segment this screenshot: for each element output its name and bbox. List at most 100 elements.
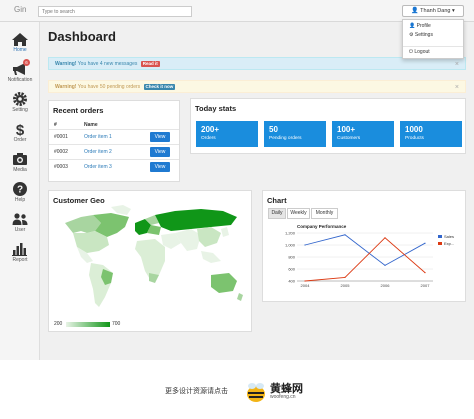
stat-tile-products[interactable]: 1000 Products	[400, 121, 462, 147]
gear-icon	[13, 92, 27, 106]
sidebar-item-report[interactable]: Report	[0, 236, 40, 266]
tab-daily[interactable]: Daily	[268, 208, 286, 219]
legend-label: Sales	[444, 234, 454, 239]
data-point	[344, 234, 346, 236]
power-icon: ⏻	[409, 49, 413, 55]
footer-text: 更多设计资源请点击	[165, 388, 228, 395]
table-row: #0003 Order item 3 View	[49, 159, 179, 174]
stat-value: 100+	[337, 125, 356, 134]
map-region-japan[interactable]	[221, 227, 229, 237]
series-line-sales	[304, 234, 426, 266]
close-icon[interactable]: ×	[455, 81, 459, 94]
stat-tile-customers[interactable]: 100+ Customers	[332, 121, 394, 147]
recent-orders-panel: Recent orders # Name #0001 Order item 1 …	[48, 100, 180, 182]
map-region-australia[interactable]	[211, 273, 237, 293]
sidebar-item-notification[interactable]: 6 Notification	[0, 56, 40, 86]
y-tick-label: 1,200	[285, 231, 296, 236]
stat-tile-orders[interactable]: 200+ Orders	[196, 121, 258, 147]
data-point	[304, 244, 306, 246]
order-id: #0002	[54, 149, 68, 155]
map-region-russia[interactable]	[155, 209, 237, 231]
sidebar-item-home[interactable]: Home	[0, 26, 40, 56]
stat-value: 50	[269, 125, 278, 134]
stat-label: Customers	[337, 136, 361, 141]
map-region-greenland[interactable]	[111, 205, 131, 215]
stat-label: Pending orders	[269, 136, 302, 141]
data-point	[344, 276, 346, 278]
footer-url[interactable]: woofeng.cn	[270, 394, 296, 400]
series-line-expenses	[304, 237, 426, 282]
chart-panel-title: Chart	[267, 196, 287, 205]
data-point	[424, 272, 426, 274]
legend-label: Exp...	[444, 241, 454, 246]
sidebar-item-setting[interactable]: Setting	[0, 86, 40, 116]
x-tick-label: 2004	[301, 283, 311, 288]
home-icon	[12, 33, 28, 46]
bar-chart-icon	[12, 243, 27, 256]
chart-panel: Chart Daily Weekly Monthly Company Perfo…	[262, 190, 466, 302]
sidebar-item-user[interactable]: User	[0, 206, 40, 236]
order-name-link[interactable]: Order item 2	[84, 149, 112, 155]
view-button[interactable]: View	[150, 132, 170, 142]
app-brand[interactable]: Gin	[14, 5, 26, 14]
read-it-label[interactable]: Read it	[140, 61, 160, 67]
alert-text: You have 4 new messages	[76, 61, 138, 67]
data-point	[384, 237, 386, 239]
user-icon: 👤	[411, 8, 419, 14]
alert-strong: Warning!	[55, 61, 77, 67]
today-stats-title: Today stats	[195, 104, 237, 113]
view-button[interactable]: View	[150, 147, 170, 157]
stat-tile-pending-orders[interactable]: 50 Pending orders	[264, 121, 326, 147]
table-row: #0001 Order item 1 View	[49, 129, 179, 144]
menu-item-logout[interactable]: ⏻ Logout	[409, 49, 430, 55]
question-icon: ?	[13, 182, 27, 196]
legend-swatch	[438, 242, 442, 245]
sidebar-item-help[interactable]: ? Help	[0, 176, 40, 206]
order-id: #0001	[54, 134, 68, 140]
svg-text:?: ?	[17, 185, 23, 196]
map-region-southeast-asia[interactable]	[201, 251, 221, 263]
legend-swatch	[438, 235, 442, 238]
page-title: Dashboard	[48, 29, 116, 44]
table-row: #0002 Order item 2 View	[49, 144, 179, 159]
data-point	[384, 264, 386, 266]
column-header-id: #	[54, 122, 57, 128]
tab-monthly[interactable]: Monthly	[311, 208, 338, 219]
stat-value: 1000	[405, 125, 423, 134]
menu-item-profile[interactable]: 👤 Profile	[409, 23, 431, 29]
chart-title: Company Performance	[297, 224, 347, 229]
world-map[interactable]	[51, 203, 249, 313]
y-tick-label: 400	[288, 279, 295, 284]
x-tick-label: 2007	[421, 283, 431, 288]
stat-label: Products	[405, 136, 424, 141]
map-region-china[interactable]	[197, 227, 221, 247]
data-point	[424, 242, 426, 244]
map-region-south-america[interactable]	[89, 263, 113, 307]
check-it-now-label[interactable]: Check it now	[143, 84, 176, 90]
y-tick-label: 800	[288, 255, 295, 260]
sidebar-item-media[interactable]: Media	[0, 146, 40, 176]
legend-min-label: 200	[54, 321, 63, 327]
stat-label: Orders	[201, 136, 216, 141]
y-tick-label: 600	[288, 267, 295, 272]
data-point	[304, 280, 306, 282]
gear-icon: ⚙	[409, 32, 414, 38]
view-button[interactable]: View	[150, 162, 170, 172]
map-region-new-zealand[interactable]	[237, 293, 243, 301]
sidebar: Home 6 Notification Setting $ Order Medi…	[0, 22, 40, 360]
close-icon[interactable]: ×	[455, 58, 459, 71]
tab-weekly[interactable]: Weekly	[287, 208, 310, 219]
order-name-link[interactable]: Order item 1	[84, 134, 112, 140]
order-name-link[interactable]: Order item 3	[84, 164, 112, 170]
recent-orders-title: Recent orders	[53, 106, 104, 115]
search-input[interactable]	[38, 6, 192, 17]
y-tick-label: 1,000	[285, 243, 296, 248]
user-menu-button[interactable]: 👤 Thanh Dang ▾	[402, 5, 464, 17]
menu-divider	[403, 46, 463, 47]
sidebar-item-order[interactable]: $ Order	[0, 116, 40, 146]
user-icon: 👤	[409, 23, 416, 29]
alert-pending-orders: Warning! You have 50 pending orders Chec…	[48, 80, 466, 93]
menu-item-settings[interactable]: ⚙ Settings	[409, 32, 433, 38]
camera-icon	[13, 153, 27, 165]
order-id: #0003	[54, 164, 68, 170]
